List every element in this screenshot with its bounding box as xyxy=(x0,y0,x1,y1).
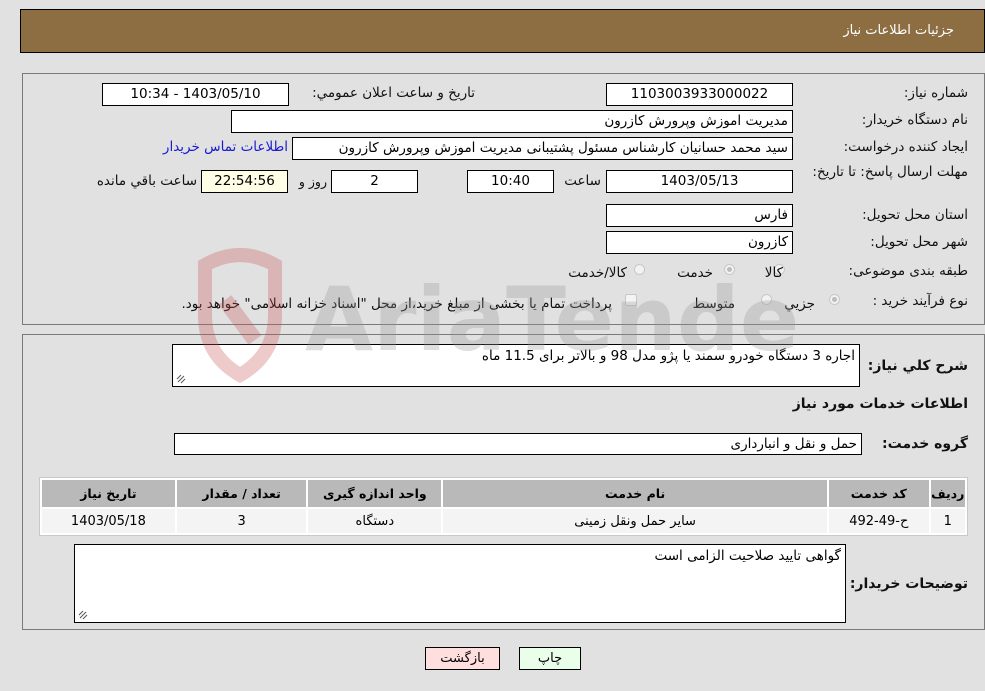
page-title: جزئیات اطلاعات نیاز xyxy=(843,23,954,38)
announce-label: تاریخ و ساعت اعلان عمومي: xyxy=(312,85,475,101)
buyer-org-field[interactable]: مدیریت اموزش وپرورش کازرون xyxy=(231,110,793,133)
description-text: اجاره 3 دستگاه خودرو سمند یا پژو مدل 98 … xyxy=(481,348,855,364)
category-goods-label: کالا xyxy=(764,265,783,281)
category-service-label: خدمت xyxy=(677,265,713,281)
process-medium-label: متوسط xyxy=(692,296,735,312)
treasury-note: پرداخت تمام یا بخشی از مبلغ خرید،از محل … xyxy=(181,296,612,312)
resize-grip-icon[interactable] xyxy=(78,610,88,620)
city-field[interactable]: کازرون xyxy=(606,231,793,254)
col-unit: واحد اندازه گیری xyxy=(308,480,442,507)
buyer-notes-text: گواهی تایید صلاحیت الزامی است xyxy=(654,548,841,564)
need-number-label: شماره نیاز: xyxy=(903,85,968,101)
page-header: جزئیات اطلاعات نیاز xyxy=(20,9,985,53)
buyer-contact-link[interactable]: اطلاعات تماس خریدار xyxy=(163,139,288,155)
resize-grip-icon[interactable] xyxy=(176,374,186,384)
service-group-field[interactable]: حمل و نقل و انبارداری xyxy=(174,433,862,455)
deadline-label: مهلت ارسال پاسخ: تا تاریخ: xyxy=(812,164,968,180)
services-section-title: اطلاعات خدمات مورد نیاز xyxy=(792,396,968,412)
cell-unit: دستگاه xyxy=(308,509,442,533)
announce-field[interactable]: 1403/05/10 - 10:34 xyxy=(102,83,289,106)
days-label: روز و xyxy=(298,174,327,189)
process-minor-radio[interactable] xyxy=(829,294,840,305)
category-goods-service-radio[interactable] xyxy=(634,264,645,275)
category-label: طبقه بندی موضوعی: xyxy=(848,263,968,279)
col-service-name: نام خدمت xyxy=(443,480,827,507)
service-group-label: گروه خدمت: xyxy=(882,436,968,452)
col-row-number: ردیف xyxy=(930,480,965,507)
category-goods-service-label: کالا/خدمت xyxy=(568,265,627,281)
col-quantity: تعداد / مقدار xyxy=(176,480,307,507)
province-label: استان محل تحویل: xyxy=(862,207,968,223)
buyer-notes-textarea[interactable]: گواهی تایید صلاحیت الزامی است xyxy=(74,544,846,623)
time-remaining-label: ساعت باقي مانده xyxy=(96,173,197,189)
days-remaining-field[interactable]: 2 xyxy=(331,170,418,193)
category-service-radio[interactable] xyxy=(724,264,735,275)
col-service-code: کد خدمت xyxy=(829,480,929,507)
buyer-notes-label: توضیحات خریدار: xyxy=(849,576,968,592)
cell-quantity: 3 xyxy=(176,509,307,533)
treasury-checkbox[interactable] xyxy=(625,294,637,306)
description-label: شرح کلي نیاز: xyxy=(867,358,968,374)
table-row: 1 ح-49-492 سایر حمل ونقل زمینی دستگاه 3 … xyxy=(42,509,965,533)
cell-service-name: سایر حمل ونقل زمینی xyxy=(443,509,827,533)
time-remaining-field[interactable]: 22:54:56 xyxy=(201,170,288,193)
need-number-field[interactable]: 1103003933000022 xyxy=(606,83,793,106)
process-minor-label: جزيي xyxy=(784,296,815,312)
requester-field[interactable]: سید محمد حسانیان کارشناس مسئول پشتیبانی … xyxy=(292,137,793,160)
deadline-date-field[interactable]: 1403/05/13 xyxy=(606,170,793,193)
print-button[interactable]: چاپ xyxy=(519,647,581,670)
city-label: شهر محل تحویل: xyxy=(870,234,968,250)
cell-need-date: 1403/05/18 xyxy=(42,509,175,533)
buyer-org-label: نام دستگاه خریدار: xyxy=(861,112,968,128)
back-button[interactable]: بازگشت xyxy=(425,647,500,670)
requester-label: ایجاد کننده درخواست: xyxy=(843,139,968,155)
process-medium-radio[interactable] xyxy=(761,294,772,305)
cell-service-code: ح-49-492 xyxy=(829,509,929,533)
col-need-date: تاریخ نیاز xyxy=(42,480,175,507)
description-textarea[interactable]: اجاره 3 دستگاه خودرو سمند یا پژو مدل 98 … xyxy=(172,344,860,387)
process-label: نوع فرآیند خرید : xyxy=(872,293,968,309)
table-header-row: ردیف کد خدمت نام خدمت واحد اندازه گیری ت… xyxy=(42,480,965,507)
deadline-time-field[interactable]: 10:40 xyxy=(467,170,554,193)
cell-row-number: 1 xyxy=(930,509,965,533)
province-field[interactable]: فارس xyxy=(606,204,793,227)
services-table: ردیف کد خدمت نام خدمت واحد اندازه گیری ت… xyxy=(39,477,968,536)
deadline-time-label: ساعت xyxy=(564,173,601,189)
